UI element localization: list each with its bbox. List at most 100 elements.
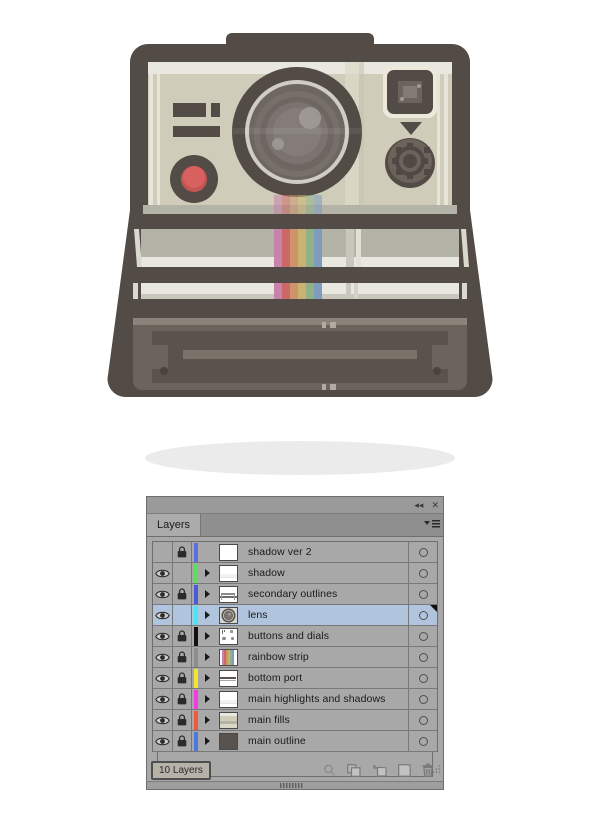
expand-layer-arrow[interactable]	[200, 626, 215, 646]
expand-layer-arrow[interactable]	[200, 584, 215, 604]
expand-layer-arrow[interactable]	[200, 605, 215, 625]
collapse-panel-button[interactable]: ◂◂	[414, 500, 423, 510]
panel-bottom-grip[interactable]	[147, 781, 443, 789]
expand-layer-arrow[interactable]	[200, 668, 215, 688]
visibility-toggle-visible[interactable]	[153, 626, 173, 646]
visibility-toggle-visible[interactable]	[153, 563, 173, 583]
layer-target-indicator[interactable]	[408, 584, 437, 604]
layer-target-indicator[interactable]	[408, 689, 437, 709]
magnifier-icon[interactable]	[323, 764, 336, 777]
layer-row[interactable]: main outline	[153, 731, 437, 752]
layer-name-label[interactable]: rainbow strip	[241, 647, 408, 667]
mid-seam-4	[354, 283, 358, 299]
visibility-toggle-visible[interactable]	[153, 710, 173, 730]
bottom-port	[133, 318, 467, 390]
close-panel-button[interactable]: ✕	[431, 500, 439, 510]
panel-resize-grip[interactable]	[431, 761, 441, 773]
lock-toggle-locked[interactable]	[173, 584, 192, 604]
layer-row[interactable]: buttons and dials	[153, 626, 437, 647]
tab-layers[interactable]: Layers	[147, 514, 202, 536]
rainbow-strip	[274, 195, 322, 299]
expand-layer-arrow[interactable]	[200, 689, 215, 709]
port-slot-top	[152, 331, 448, 345]
layer-row[interactable]: main fills	[153, 710, 437, 731]
face-edge-right-2	[437, 74, 440, 214]
expand-layer-arrow[interactable]	[200, 542, 215, 562]
expand-layer-arrow[interactable]	[200, 710, 215, 730]
layer-row[interactable]: shadow ver 2	[153, 542, 437, 563]
lock-toggle-locked[interactable]	[173, 647, 192, 667]
tabrow-filler	[201, 514, 421, 536]
layer-thumbnail	[215, 710, 241, 730]
lock-toggle-locked[interactable]	[173, 731, 192, 751]
layer-target-indicator[interactable]	[408, 668, 437, 688]
lock-toggle-locked[interactable]	[173, 668, 192, 688]
layer-thumbnail	[215, 647, 241, 667]
port-slot-bottom	[152, 369, 448, 383]
layer-thumbnail	[215, 668, 241, 688]
layer-target-indicator[interactable]	[408, 563, 437, 583]
layer-rows-container: shadow ver 2 shadow secondary outlines lens…	[152, 541, 438, 752]
visibility-toggle-visible[interactable]	[153, 605, 173, 625]
polaroid-camera-illustration	[107, 33, 493, 475]
footer-icon-group	[323, 763, 443, 777]
layer-target-indicator[interactable]	[408, 647, 437, 667]
face-edge-left-1	[149, 74, 153, 214]
port-screw-left	[160, 367, 168, 375]
layer-target-indicator[interactable]	[408, 710, 437, 730]
new-layer-icon[interactable]	[398, 763, 411, 777]
lock-toggle-unlocked[interactable]	[173, 563, 192, 583]
layer-name-label[interactable]: secondary outlines	[241, 584, 408, 604]
panel-menu-icon[interactable]	[421, 514, 443, 536]
layer-list: shadow ver 2 shadow secondary outlines lens…	[147, 537, 443, 777]
face-edge-right-1	[444, 74, 448, 214]
lock-toggle-locked[interactable]	[173, 542, 192, 562]
visibility-toggle-visible[interactable]	[153, 731, 173, 751]
face-edge-left-2	[157, 74, 160, 214]
layer-name-label[interactable]: main highlights and shadows	[241, 689, 408, 709]
layer-name-label[interactable]: main outline	[241, 731, 408, 751]
layer-color-swatch	[192, 731, 200, 751]
lock-toggle-locked[interactable]	[173, 689, 192, 709]
layer-color-swatch	[192, 647, 200, 667]
panel-titlebar: ◂◂ ✕	[147, 497, 443, 514]
layer-row[interactable]: rainbow strip	[153, 647, 437, 668]
clipping-mask-icon[interactable]	[347, 763, 361, 777]
layer-row[interactable]: bottom port	[153, 668, 437, 689]
visibility-toggle-visible[interactable]	[153, 584, 173, 604]
expand-layer-arrow[interactable]	[200, 731, 215, 751]
layer-name-label[interactable]: bottom port	[241, 668, 408, 688]
expand-layer-arrow[interactable]	[200, 647, 215, 667]
layer-name-label[interactable]: lens	[241, 605, 408, 625]
layer-name-label[interactable]: buttons and dials	[241, 626, 408, 646]
layer-name-label[interactable]: shadow	[241, 563, 408, 583]
mid-seam-1	[346, 229, 354, 267]
layer-name-label[interactable]: shadow ver 2	[241, 542, 408, 562]
port-screw-right	[433, 367, 441, 375]
lens-highlight-large	[299, 107, 321, 129]
control-dial	[385, 138, 435, 188]
lock-toggle-unlocked[interactable]	[173, 605, 192, 625]
visibility-toggle-visible[interactable]	[153, 647, 173, 667]
layer-row[interactable]: secondary outlines	[153, 584, 437, 605]
lock-toggle-locked[interactable]	[173, 710, 192, 730]
layer-row[interactable]: main highlights and shadows	[153, 689, 437, 710]
layer-thumbnail	[215, 689, 241, 709]
layer-color-swatch	[192, 542, 200, 562]
visibility-toggle-visible[interactable]	[153, 689, 173, 709]
layer-target-indicator[interactable]	[408, 626, 437, 646]
expand-layer-arrow[interactable]	[200, 563, 215, 583]
lock-toggle-locked[interactable]	[173, 626, 192, 646]
camera-lens	[232, 67, 362, 197]
new-sublayer-icon[interactable]	[372, 764, 387, 777]
visibility-toggle-hidden[interactable]	[153, 542, 173, 562]
visibility-toggle-visible[interactable]	[153, 668, 173, 688]
layer-row[interactable]: lens	[153, 605, 437, 626]
layer-name-label[interactable]: main fills	[241, 710, 408, 730]
layer-color-swatch	[192, 584, 200, 604]
layer-target-indicator[interactable]	[408, 731, 437, 751]
ground-shadow	[145, 441, 455, 475]
layer-target-indicator[interactable]	[408, 542, 437, 562]
layer-color-swatch	[192, 710, 200, 730]
layer-row[interactable]: shadow	[153, 563, 437, 584]
